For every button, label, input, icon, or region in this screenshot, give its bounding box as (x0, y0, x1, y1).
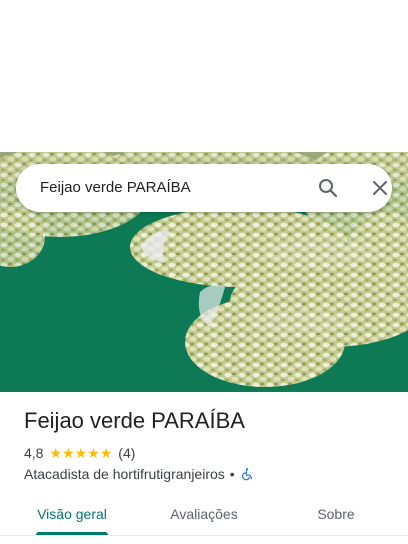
place-tabs: Visão geral Avaliações Sobre (0, 494, 408, 536)
tab-overview[interactable]: Visão geral (16, 494, 128, 534)
star-icon: ★ (62, 445, 75, 461)
category-row: Atacadista de hortifrutigranjeiros • (24, 465, 254, 483)
place-category[interactable]: Atacadista de hortifrutigranjeiros (24, 466, 225, 482)
search-input[interactable]: Feijao verde PARAÍBA (40, 164, 191, 212)
star-icon: ★ (99, 445, 113, 461)
separator: • (229, 466, 235, 482)
map-blank-area (0, 0, 408, 152)
tab-reviews[interactable]: Avaliações (148, 494, 260, 534)
place-title: Feijao verde PARAÍBA (24, 408, 245, 433)
star-icon: ★ (49, 445, 63, 461)
rating-value: 4,8 (24, 445, 44, 461)
rating-row[interactable]: 4,8 ★ ★ ★ ★ ★ (4) (24, 444, 135, 462)
star-rating: ★ ★ ★ ★ ★ (49, 446, 112, 460)
star-icon: ★ (74, 445, 88, 461)
close-icon[interactable] (368, 176, 392, 200)
search-bar[interactable]: Feijao verde PARAÍBA (16, 164, 392, 212)
search-icon[interactable] (316, 176, 340, 200)
wheelchair-icon (240, 467, 254, 481)
star-icon: ★ (87, 445, 100, 461)
tab-about[interactable]: Sobre (280, 494, 392, 534)
tabs-divider (0, 535, 408, 536)
review-count[interactable]: (4) (118, 445, 135, 461)
